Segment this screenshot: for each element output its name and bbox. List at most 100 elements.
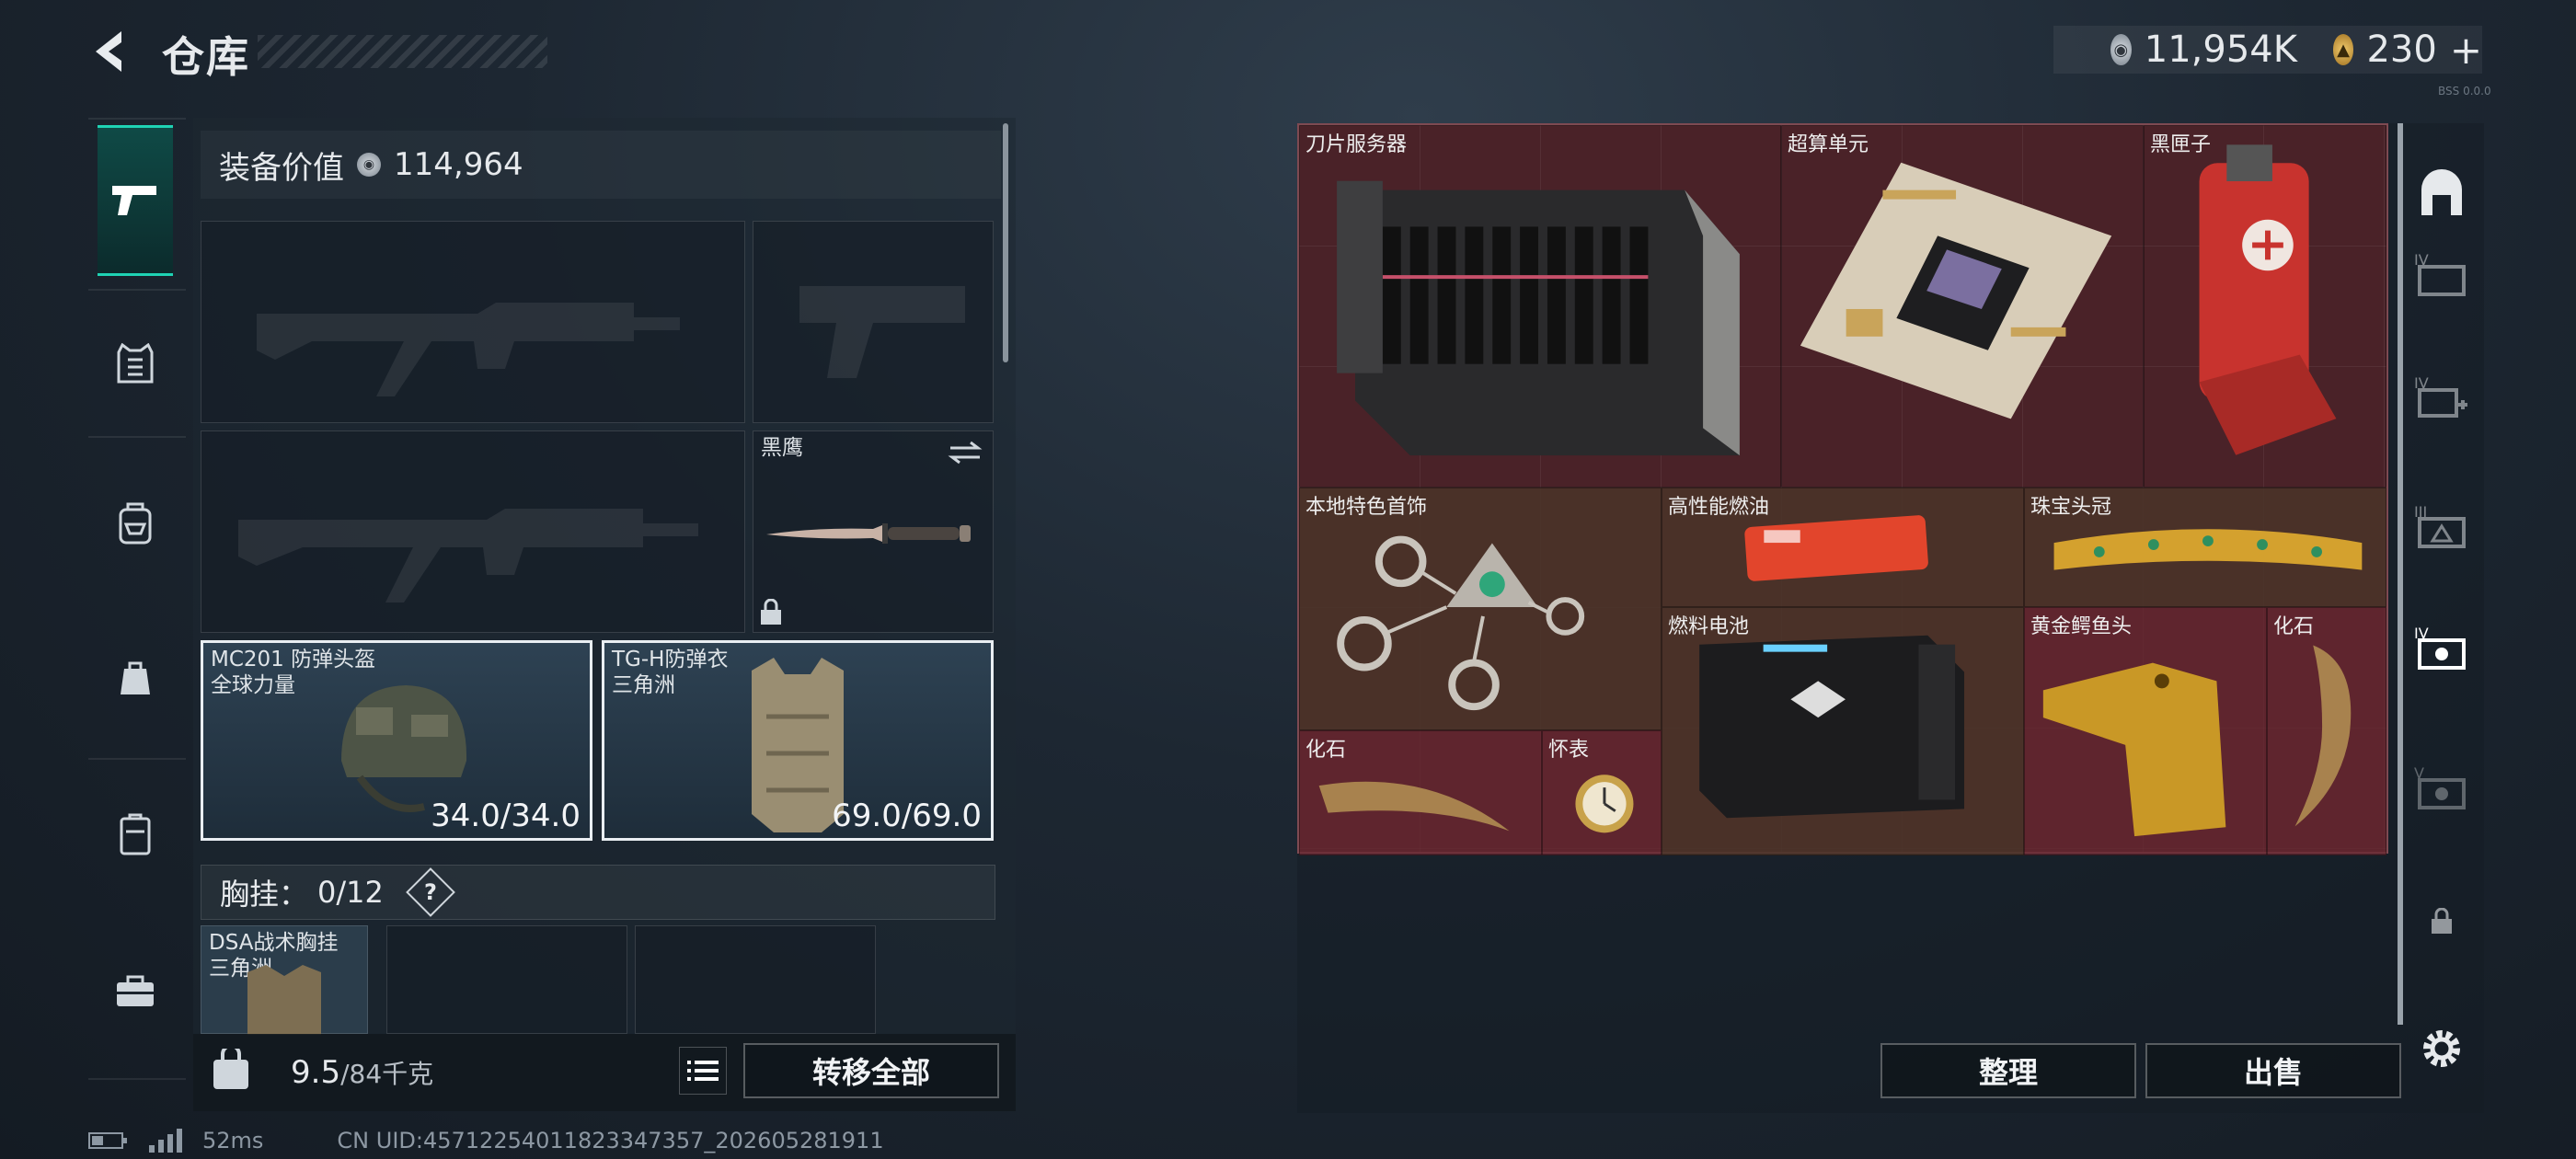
storage-lock-button[interactable]: [2407, 887, 2477, 957]
storage-page-medkit[interactable]: IV: [2407, 362, 2477, 432]
settings-button[interactable]: [2407, 1014, 2477, 1084]
primary-weapon-slot[interactable]: [201, 221, 745, 423]
locked-case-icon: V: [2414, 764, 2466, 809]
gold-coin-icon: ▲: [2332, 34, 2354, 65]
safe-house-icon: [2421, 169, 2462, 215]
silver-coin-icon: ◉: [357, 153, 381, 177]
ammo-case-icon: III: [2414, 503, 2466, 548]
rig-pocket-slot[interactable]: [635, 925, 876, 1034]
title-decoration: [258, 35, 547, 68]
storage-item[interactable]: 刀片服务器: [1299, 125, 1781, 488]
armor-faction: 三角洲: [612, 673, 675, 697]
lock-icon: [2432, 908, 2452, 934]
pistol-silhouette-icon: [799, 286, 965, 378]
signal-icon: [149, 1129, 182, 1153]
nav-case[interactable]: [98, 797, 173, 872]
chest-rig-count: 0/12: [317, 875, 384, 910]
version-text: BSS 0.0.0: [2438, 85, 2491, 98]
storage-page-main[interactable]: [2407, 158, 2477, 228]
pistol-icon: [112, 186, 156, 215]
storage-item[interactable]: 超算单元: [1781, 125, 2144, 488]
chest-rig-label: 胸挂：: [220, 877, 309, 912]
storage-item[interactable]: 化石: [2267, 607, 2386, 855]
fossil-claw-icon: [1318, 781, 1510, 832]
helmet-slot[interactable]: MC201 防弹头盔 全球力量 34.0/34.0: [201, 640, 592, 841]
nav-toolbox[interactable]: [98, 953, 173, 1028]
weight-icon: [213, 1049, 248, 1089]
storage-pages-rail: IV IV III IV V: [2398, 123, 2486, 1113]
back-button[interactable]: [85, 26, 136, 77]
uid-text: CN UID:45712254011823347357_202605281911: [337, 1128, 884, 1153]
equipment-value-label: 装备价值: [219, 149, 344, 187]
fuel-canister-icon: [1744, 515, 1928, 581]
chest-rig-icon: [247, 965, 321, 1035]
storage-page-collection[interactable]: IV: [2407, 613, 2477, 683]
currency-bar: ◉ 11,954K ▲ 230 +: [2053, 26, 2482, 74]
ping-text: 52ms: [202, 1128, 264, 1153]
storage-item[interactable]: 本地特色首饰: [1299, 488, 1662, 730]
storage-item[interactable]: 化石: [1299, 730, 1542, 855]
black-box-icon: [2199, 144, 2337, 455]
status-footer: 52ms CN UID:45712254011823347357_2026052…: [88, 1128, 884, 1153]
vest-icon: [117, 343, 154, 384]
weight-current: 9.5: [291, 1054, 341, 1091]
collection-case-icon: IV: [2414, 625, 2466, 670]
toolbox-icon: [117, 975, 154, 1006]
storage-item[interactable]: 怀表: [1542, 730, 1662, 855]
rifle-silhouette-icon: [257, 303, 680, 396]
lock-icon: [761, 599, 781, 625]
storage-item[interactable]: 黑匣子: [2144, 125, 2386, 488]
help-icon[interactable]: ?: [406, 867, 455, 917]
chest-rig-slot[interactable]: DSA战术胸挂 三角洲: [201, 925, 368, 1035]
nav-backpack[interactable]: [98, 486, 173, 561]
secondary-weapon-slot[interactable]: [201, 430, 745, 633]
supercomputer-unit-icon: [1800, 162, 2112, 419]
armor-name: TG-H防弹衣: [612, 648, 729, 671]
add-gold-button[interactable]: +: [2450, 28, 2482, 73]
storage-item[interactable]: 珠宝头冠: [2024, 488, 2386, 607]
tiara-icon: [2053, 529, 2363, 570]
jewelry-icon: [1337, 535, 1585, 711]
left-nav: [88, 118, 190, 1085]
weight-capacity: /84千克: [340, 1059, 434, 1089]
storage-grid: 刀片服务器 超算单元 黑匣子 本地特色首饰 高性能燃油 珠宝头冠 燃料电池 黄金…: [1297, 123, 2388, 855]
sell-button[interactable]: 出售: [2145, 1043, 2401, 1098]
sidearm-slot[interactable]: [753, 221, 994, 423]
list-view-button[interactable]: [679, 1047, 727, 1095]
list-icon: [687, 1061, 719, 1081]
silver-coin-icon: ◉: [2110, 34, 2132, 65]
equipment-scrollbar[interactable]: [1003, 123, 1008, 362]
nav-armor[interactable]: [98, 326, 173, 401]
weight-readout: 9.5/84千克: [291, 1054, 433, 1091]
melee-name: 黑鹰: [761, 436, 803, 460]
melee-slot[interactable]: 黑鹰: [753, 430, 994, 633]
backpack-icon: [119, 502, 152, 545]
storage-item[interactable]: 高性能燃油: [1662, 488, 2024, 607]
nav-weapons[interactable]: [98, 125, 173, 276]
pouch-icon: [121, 661, 150, 694]
chevron-left-icon: [96, 31, 121, 72]
storage-page-4[interactable]: IV: [2407, 239, 2477, 309]
helmet-durability: 34.0/34.0: [431, 798, 581, 834]
medical-case-icon: IV: [2414, 374, 2467, 418]
nav-pouch[interactable]: [98, 640, 173, 716]
blade-server-icon: [1337, 180, 1740, 456]
silver-value: 11,954K: [2144, 29, 2297, 71]
rifle-silhouette-icon: [238, 509, 698, 602]
swap-icon[interactable]: [947, 439, 983, 466]
storage-item[interactable]: 黄金鳄鱼头: [2024, 607, 2267, 855]
rig-pocket-slot[interactable]: [386, 925, 627, 1034]
gear-icon: [2423, 1030, 2460, 1067]
transfer-all-button[interactable]: 转移全部: [743, 1043, 999, 1098]
armor-slot[interactable]: TG-H防弹衣 三角洲 69.0/69.0: [602, 640, 994, 841]
sort-button[interactable]: 整理: [1880, 1043, 2136, 1098]
storage-page-3[interactable]: III: [2407, 491, 2477, 561]
page-title: 仓库: [162, 32, 250, 82]
pocket-watch-icon: [1575, 775, 1634, 833]
storage-page-5[interactable]: V: [2407, 752, 2477, 822]
storage-expansion-icon: IV: [2414, 251, 2466, 296]
armor-durability: 69.0/69.0: [832, 798, 982, 834]
storage-item[interactable]: 燃料电池: [1662, 607, 2024, 855]
gold-value: 230: [2366, 29, 2437, 71]
golden-crocodile-head-icon: [2042, 662, 2226, 837]
